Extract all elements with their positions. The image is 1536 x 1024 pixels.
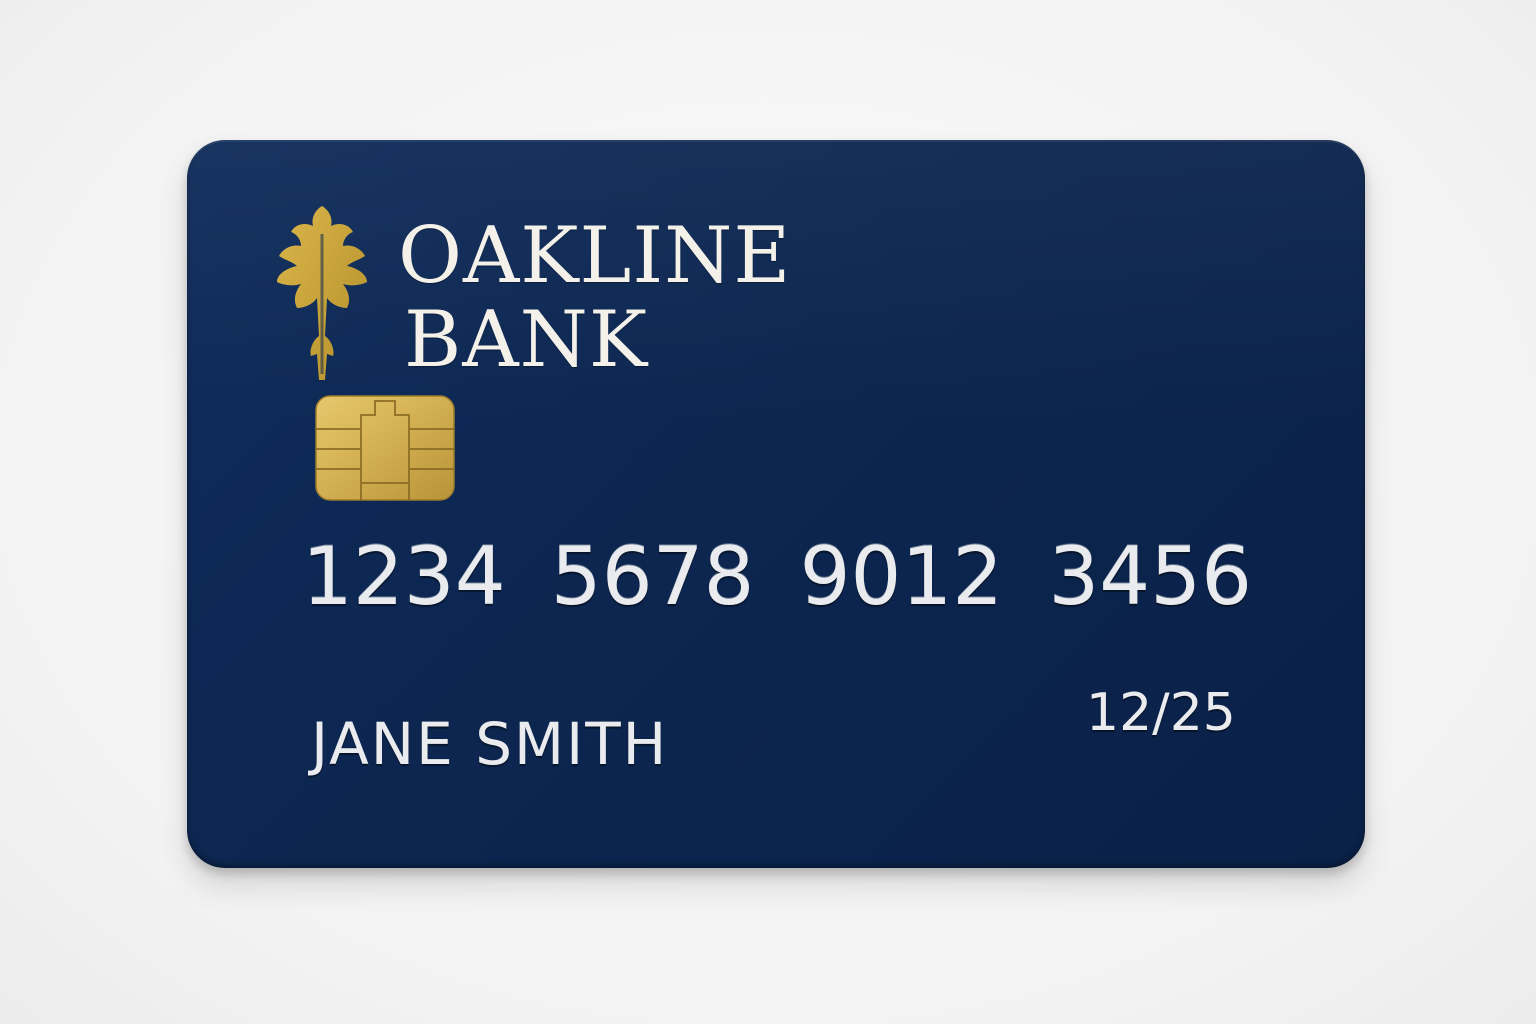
bank-name-line2: BANK bbox=[404, 295, 649, 385]
bank-name-line1: OAKLINE bbox=[398, 211, 792, 301]
emv-chip-icon bbox=[315, 395, 455, 501]
card-number: 1234 5678 9012 3456 bbox=[302, 532, 1252, 622]
card-number-group: 5678 bbox=[550, 530, 755, 623]
expiry-date: 12/25 bbox=[1086, 683, 1236, 743]
card-number-group: 1234 bbox=[302, 530, 506, 623]
card-number-group: 9012 bbox=[799, 530, 1004, 623]
oak-leaf-icon bbox=[277, 206, 367, 380]
bank-name: OAKLINE BANK bbox=[398, 214, 791, 382]
card-number-group: 3456 bbox=[1048, 530, 1252, 623]
cardholder-name: JANE SMITH bbox=[311, 710, 669, 778]
